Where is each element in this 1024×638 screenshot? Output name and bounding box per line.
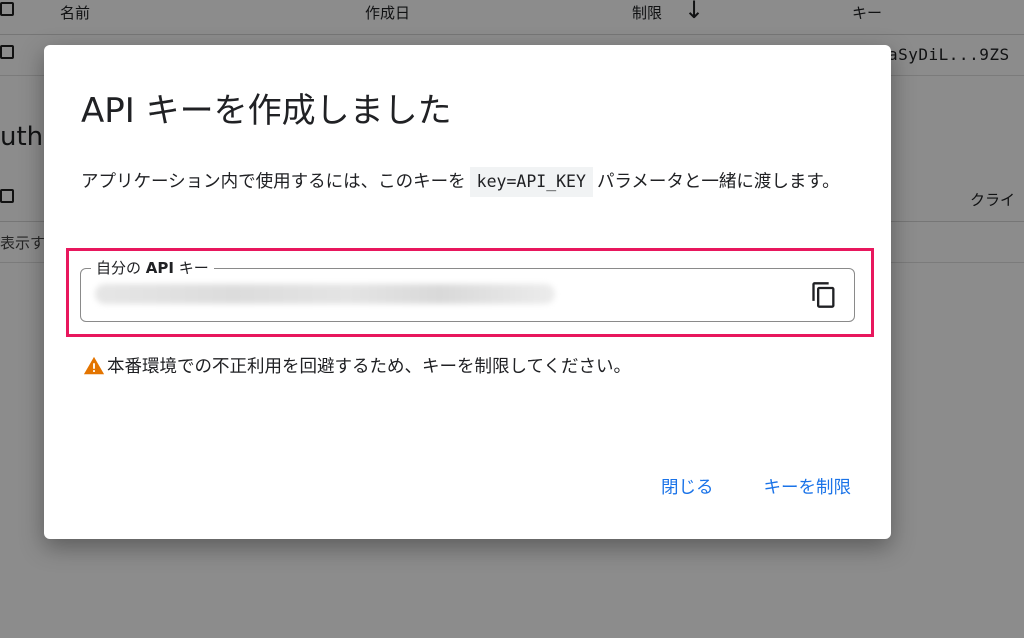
api-key-value-redacted[interactable] [95, 284, 555, 304]
screen: 名前 作成日 制限 ↓ キー aSyDiL...9ZS uth クライ 表示す … [0, 0, 1024, 638]
label-bold: API [145, 259, 174, 277]
dialog-title: API キーを作成しました [81, 91, 452, 131]
key-param-code: key=API_KEY [469, 167, 593, 197]
api-key-field-label: 自分の API キー [91, 258, 214, 278]
api-key-created-dialog: API キーを作成しました アプリケーション内で使用するには、このキーを key=… [44, 45, 891, 539]
warning-icon [83, 356, 105, 374]
description-text-before: アプリケーション内で使用するには、このキーを [81, 172, 466, 192]
label-prefix: 自分の [96, 259, 146, 277]
label-suffix: キー [173, 259, 209, 277]
warning-text: 本番環境での不正利用を回避するため、キーを制限してください。 [107, 357, 631, 377]
copy-icon[interactable] [810, 281, 838, 309]
description-text-after: パラメータと一緒に渡します。 [596, 172, 840, 192]
api-key-field[interactable]: 自分の API キー [80, 258, 855, 322]
dialog-description: アプリケーション内で使用するには、このキーを key=API_KEY パラメータと一… [81, 167, 871, 197]
restrict-key-button[interactable]: キーを制限 [764, 474, 852, 499]
dialog-actions: 閉じる キーを制限 [661, 474, 851, 499]
close-button[interactable]: 閉じる [661, 474, 714, 499]
restriction-warning: 本番環境での不正利用を回避するため、キーを制限してください。 [83, 353, 631, 378]
